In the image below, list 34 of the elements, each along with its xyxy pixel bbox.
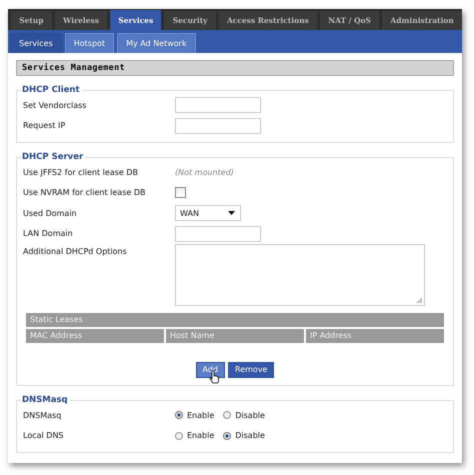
field-label: LAN Domain	[23, 229, 74, 238]
fieldset-legend: DNSMasq	[22, 395, 70, 405]
column-header: IP Address	[306, 329, 444, 343]
radio-option[interactable]: Disable	[223, 410, 265, 420]
column-header: MAC Address	[26, 329, 164, 343]
status-note: (Not mounted)	[175, 168, 234, 177]
field-label: Used Domain	[23, 208, 78, 218]
field-label: Use JFFS2 for client lease DB	[23, 168, 140, 177]
fieldset-legend: DHCP Client	[22, 85, 82, 95]
radio-option[interactable]: Enable	[175, 410, 214, 420]
field-label: Use NVRAM for client lease DB	[23, 188, 146, 198]
dropdown[interactable]: WAN	[175, 205, 241, 222]
subtab[interactable]: Hotspot	[64, 33, 114, 53]
radio-option[interactable]: Disable	[223, 431, 265, 440]
input-field[interactable]	[175, 118, 261, 134]
input-field[interactable]	[175, 97, 261, 114]
section-title: Services Management	[16, 60, 454, 76]
checkbox[interactable]	[175, 187, 186, 198]
field-label: DNSMasq	[23, 410, 62, 420]
resize-grip-icon	[416, 297, 422, 303]
field-label: Set Vendorclass	[23, 100, 88, 110]
field-label: Additional DHCPd Options	[23, 247, 128, 256]
text-area[interactable]	[175, 244, 425, 306]
table-title: Static Leases	[26, 313, 444, 327]
input-field[interactable]	[175, 226, 261, 242]
subtab[interactable]: My Ad Network	[117, 33, 196, 53]
caret-icon	[228, 211, 235, 216]
radio-option[interactable]: Enable	[175, 431, 214, 440]
column-header: Host Name	[166, 329, 304, 343]
field-label: Request IP	[23, 121, 66, 130]
field-label: Local DNS	[23, 431, 64, 440]
action-button[interactable]: Remove	[228, 362, 274, 378]
subtab[interactable]: Services	[10, 33, 62, 53]
fieldset-legend: DHCP Server	[22, 152, 86, 162]
